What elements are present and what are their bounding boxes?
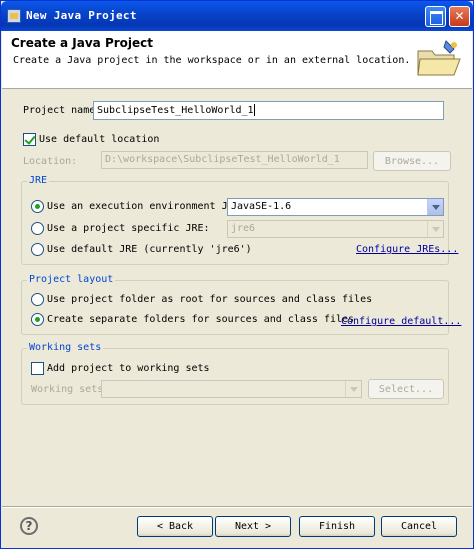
close-button[interactable]: ✕: [449, 6, 470, 27]
help-icon[interactable]: ?: [20, 517, 38, 535]
configure-default-link[interactable]: Configure default...: [341, 316, 461, 327]
maximize-button[interactable]: [425, 6, 446, 27]
project-name-value: SubclipseTest_HelloWorld_1: [97, 105, 254, 116]
configure-jres-link[interactable]: Configure JREs...: [356, 244, 458, 255]
location-value: D:\workspace\SubclipseTest_HelloWorld_1: [105, 154, 340, 165]
jre-execution-environment-radio[interactable]: [31, 200, 44, 213]
add-to-working-sets-label: Add project to working sets: [47, 363, 210, 374]
location-input[interactable]: D:\workspace\SubclipseTest_HelloWorld_1: [101, 151, 368, 169]
layout-separate-folders-radio[interactable]: [31, 313, 44, 326]
jre-default-label: Use default JRE (currently 'jre6'): [47, 244, 252, 255]
cancel-button[interactable]: Cancel: [381, 516, 457, 537]
jre-group-title: JRE: [27, 175, 50, 186]
layout-project-root-radio[interactable]: [31, 293, 44, 306]
working-sets-select[interactable]: [101, 380, 362, 398]
project-specific-jre-value: jre6: [231, 223, 256, 234]
browse-button[interactable]: Browse...: [373, 151, 451, 171]
wizard-header: Create a Java Project Create a Java proj…: [2, 31, 472, 89]
location-label: Location:: [23, 156, 78, 167]
window-icon: [7, 9, 21, 23]
add-to-working-sets-checkbox[interactable]: [31, 362, 44, 375]
back-button[interactable]: < Back: [137, 516, 213, 537]
layout-project-root-label: Use project folder as root for sources a…: [47, 294, 373, 305]
chevron-down-icon[interactable]: [427, 221, 443, 237]
project-layout-group-title: Project layout: [27, 274, 116, 285]
page-description: Create a Java project in the workspace o…: [13, 55, 411, 66]
jre-default-radio[interactable]: [31, 243, 44, 256]
jre-project-specific-label: Use a project specific JRE:: [47, 223, 210, 234]
layout-separate-folders-label: Create separate folders for sources and …: [47, 314, 355, 325]
chevron-down-icon[interactable]: [345, 381, 361, 397]
working-sets-label: Working sets:: [31, 384, 110, 395]
new-project-folder-icon: [414, 37, 464, 81]
project-name-label: Project name:: [23, 105, 102, 116]
use-default-location-checkbox[interactable]: [23, 133, 36, 146]
execution-environment-select[interactable]: JavaSE-1.6: [227, 198, 444, 216]
window-title: New Java Project: [26, 9, 137, 22]
working-sets-group-title: Working sets: [27, 342, 104, 353]
title-bar[interactable]: New Java Project ✕: [1, 1, 473, 31]
finish-button[interactable]: Finish: [299, 516, 375, 537]
text-caret: [253, 104, 255, 116]
use-default-location-label: Use default location: [39, 134, 160, 145]
execution-environment-value: JavaSE-1.6: [231, 201, 292, 212]
new-java-project-dialog: New Java Project ✕ Create a Java Project…: [0, 0, 474, 549]
project-name-input[interactable]: SubclipseTest_HelloWorld_1: [93, 101, 444, 120]
project-specific-jre-select[interactable]: jre6: [227, 220, 444, 238]
page-title: Create a Java Project: [11, 36, 154, 50]
footer-separator: [2, 506, 472, 508]
jre-execution-environment-label: Use an execution environment JRE:: [47, 201, 246, 212]
select-working-sets-button[interactable]: Select...: [368, 379, 444, 399]
next-button[interactable]: Next >: [215, 516, 291, 537]
jre-project-specific-radio[interactable]: [31, 222, 44, 235]
chevron-down-icon[interactable]: [427, 199, 443, 215]
